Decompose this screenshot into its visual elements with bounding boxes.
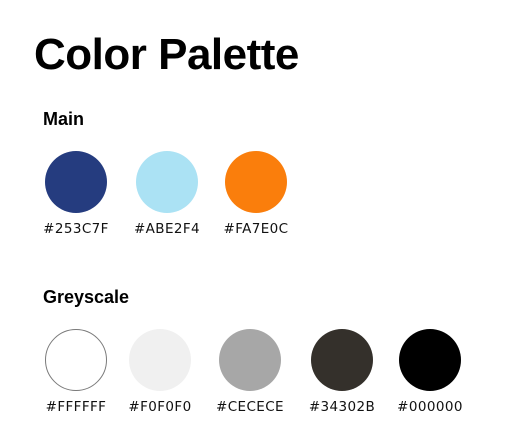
color-hex-label: #253C7F bbox=[43, 221, 109, 237]
page-title: Color Palette bbox=[34, 30, 299, 79]
color-circle bbox=[129, 329, 191, 391]
color-circle bbox=[45, 329, 107, 391]
color-circle bbox=[225, 151, 287, 213]
color-hex-label: #FA7E0C bbox=[223, 221, 289, 237]
color-hex-label: #34302B bbox=[308, 399, 376, 415]
swatch-main-2: #ABE2F4 bbox=[125, 151, 209, 238]
swatch-grey-3: #CECECE bbox=[208, 329, 292, 416]
section-heading-main: Main bbox=[43, 109, 85, 129]
swatch-grey-4: #34302B bbox=[300, 329, 384, 416]
color-hex-label: #000000 bbox=[397, 399, 463, 415]
color-circle bbox=[311, 329, 373, 391]
swatch-grey-1: #FFFFFF bbox=[34, 329, 118, 416]
color-hex-label: #ABE2F4 bbox=[133, 221, 201, 237]
swatch-main-3: #FA7E0C bbox=[214, 151, 298, 238]
swatch-main-1: #253C7F bbox=[34, 151, 118, 238]
color-hex-label: #F0F0F0 bbox=[128, 399, 192, 415]
section-heading-greyscale: Greyscale bbox=[43, 287, 130, 307]
color-circle bbox=[219, 329, 281, 391]
color-circle bbox=[45, 151, 107, 213]
swatch-grey-2: #F0F0F0 bbox=[118, 329, 202, 416]
color-hex-label: #CECECE bbox=[216, 399, 284, 415]
color-circle bbox=[399, 329, 461, 391]
swatch-grey-5: #000000 bbox=[388, 329, 472, 416]
color-hex-label: #FFFFFF bbox=[45, 399, 107, 415]
color-circle bbox=[136, 151, 198, 213]
